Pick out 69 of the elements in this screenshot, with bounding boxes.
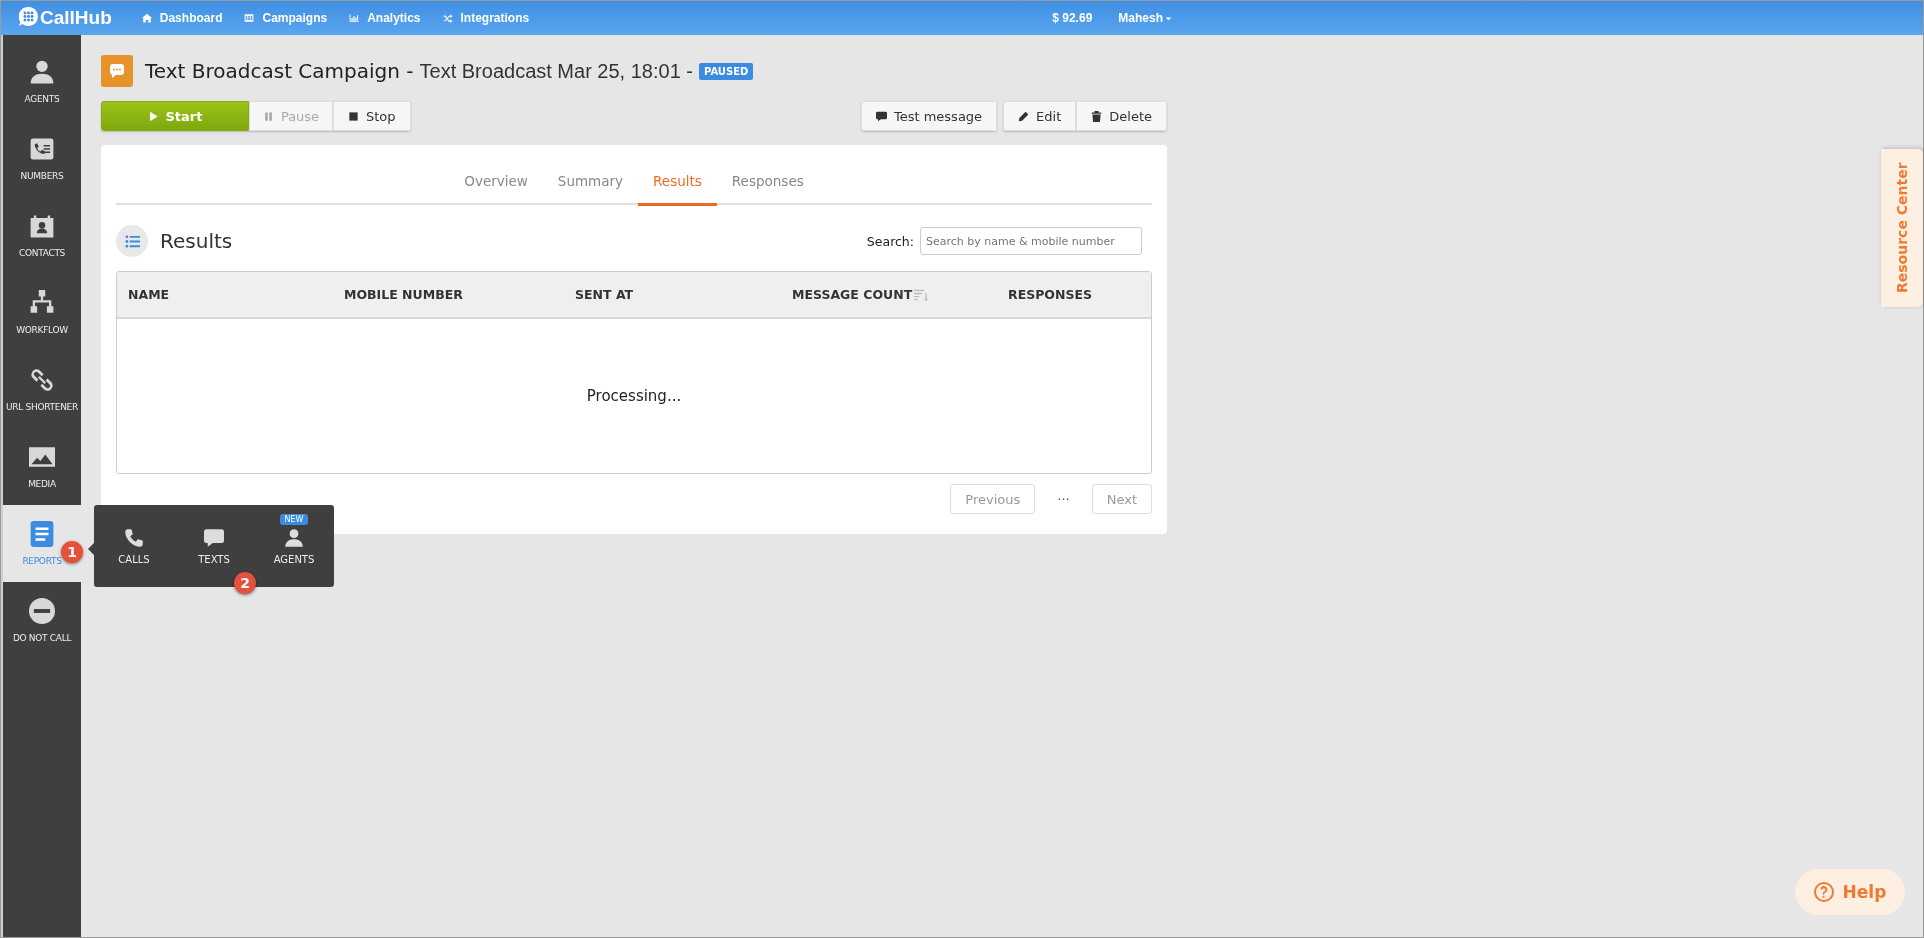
sort-icon [914, 287, 929, 302]
campaign-type: Text Broadcast Campaign - [145, 59, 414, 83]
help-icon [1813, 882, 1834, 902]
menu-item[interactable]: CALLS [104, 527, 164, 565]
table-icon [244, 13, 255, 23]
search-field[interactable]: Search by name & mobile number [920, 227, 1142, 255]
status-badge: PAUSED [699, 62, 754, 80]
search-label: Search: [866, 233, 914, 249]
phone-icon [124, 527, 144, 548]
tab[interactable]: Results [638, 159, 717, 206]
shuffle-icon [442, 13, 453, 23]
logo-text[interactable]: CallHub [40, 7, 112, 29]
campaign-control-button[interactable]: Start [101, 101, 249, 131]
pencil-icon [1018, 110, 1030, 122]
person-icon [29, 59, 55, 85]
account-balance: $ 92.69 [1052, 11, 1093, 25]
image-icon [29, 444, 55, 470]
tab[interactable]: Summary [542, 159, 639, 206]
processing-text: Processing... [586, 387, 682, 405]
campaign-control-button[interactable]: Stop [333, 101, 411, 131]
column-header[interactable]: MESSAGE COUNT [781, 287, 997, 302]
chat-bubble-icon [204, 527, 224, 548]
nav-link[interactable]: Analytics [349, 11, 421, 25]
logo-icon [19, 6, 38, 26]
home-icon [141, 13, 152, 23]
stop-icon [348, 110, 359, 122]
workflow-icon [29, 290, 55, 316]
sidebar-item[interactable]: AGENTS [3, 43, 81, 120]
sidebar-item[interactable]: CONTACTS [3, 197, 81, 274]
column-header: SENT AT [574, 287, 635, 302]
user-menu[interactable]: Mahesh [1118, 11, 1173, 25]
action-button[interactable]: Edit [1003, 101, 1077, 131]
sidebar-item[interactable]: WORKFLOW [3, 274, 81, 351]
section-title: Results [160, 229, 233, 253]
list-icon [124, 233, 140, 249]
trash-icon [1091, 110, 1103, 122]
help-button[interactable]: Help [1795, 869, 1905, 915]
chat-bubble-icon [109, 63, 125, 79]
action-button[interactable]: Test message [860, 101, 998, 131]
sidebar-item[interactable]: DO NOT CALL [3, 582, 81, 659]
minus-circle-icon [29, 598, 55, 624]
column-header: NAME [127, 287, 171, 302]
column-header: MOBILE NUMBER [343, 287, 464, 302]
sidebar-item[interactable]: MEDIA [3, 428, 81, 505]
step-marker: 1 [61, 541, 83, 563]
nav-link[interactable]: Integrations [442, 11, 530, 25]
pagination-ellipsis: ··· [1057, 491, 1070, 507]
tab[interactable]: Responses [716, 159, 819, 206]
nav-link[interactable]: Campaigns [244, 11, 328, 25]
phone-card-icon [29, 136, 55, 162]
chat-bubble-icon [875, 110, 887, 122]
sidebar-item[interactable]: REPORTS 1 [3, 505, 81, 582]
person-icon [284, 527, 304, 548]
sidebar-item[interactable]: URL SHORTENER [3, 351, 81, 428]
action-button[interactable]: Delete [1076, 101, 1167, 131]
contact-card-icon [29, 213, 55, 239]
sidebar-item[interactable]: NUMBERS [3, 120, 81, 197]
nav-link[interactable]: Dashboard [141, 11, 223, 25]
campaign-name: Text Broadcast Mar 25, 18:01 - [419, 59, 693, 83]
pause-icon [262, 110, 274, 122]
step-marker: 2 [234, 571, 256, 594]
play-icon [147, 110, 159, 122]
column-header: RESPONSES [1007, 287, 1093, 302]
bar-chart-icon [349, 13, 360, 23]
link-icon [29, 367, 55, 393]
resource-center-tab[interactable]: Resource Center [1881, 149, 1923, 307]
document-icon [29, 521, 55, 547]
tab[interactable]: Overview [449, 159, 543, 206]
new-badge: NEW [279, 513, 309, 525]
